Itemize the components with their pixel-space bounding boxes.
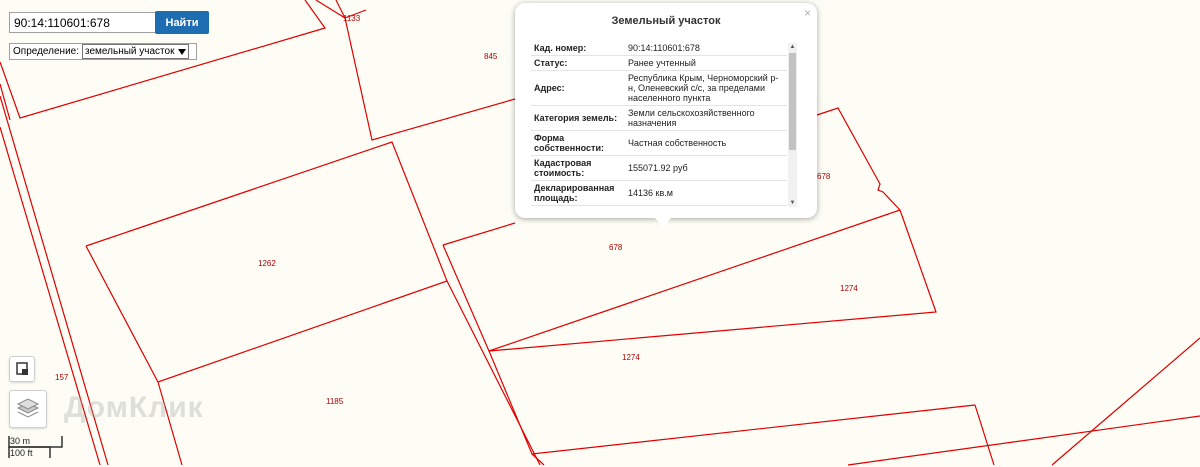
parcel-boundary: [442, 222, 516, 246]
parcel-label: 1274: [840, 284, 858, 293]
info-value: Земли сельскохозяйственного назначения: [625, 105, 787, 131]
info-key: Категория земель:: [531, 105, 625, 131]
parcel-boundary: [847, 415, 1200, 466]
parcel-boundary: [446, 280, 541, 466]
info-value: Частная собственность: [625, 130, 787, 156]
info-value: Ранее учтенный: [625, 55, 787, 71]
info-value: 14136 кв.м: [625, 180, 787, 206]
parcel-label: 1133: [343, 14, 361, 23]
definition-mode: Определение: земельный участок: [9, 43, 197, 60]
parcel-label: 157: [55, 373, 69, 382]
info-key: Статус:: [531, 55, 625, 71]
info-key: Адрес:: [531, 70, 625, 106]
close-icon[interactable]: ×: [804, 6, 811, 20]
info-row: Категория земель: Земли сельскохозяйстве…: [531, 105, 787, 131]
parcel-boundary: [442, 209, 901, 352]
info-value: Республика Крым, Черноморский р-н, Олене…: [625, 70, 787, 106]
parcel-boundary: [488, 209, 937, 352]
info-key: Форма собственности:: [531, 130, 625, 156]
search-button[interactable]: Найти: [155, 11, 209, 34]
parcel-info-table: Кад. номер: 90:14:110601:678 Статус: Ран…: [531, 41, 787, 206]
parcel-boundary: [1051, 337, 1200, 466]
fullscreen-icon: [16, 362, 28, 375]
scroll-down-icon[interactable]: ▼: [788, 199, 797, 207]
info-row: Форма собственности: Частная собственнос…: [531, 130, 787, 156]
chevron-down-icon: [178, 48, 187, 55]
parcel-label: 1185: [326, 397, 344, 406]
popup-info-scroll[interactable]: Кад. номер: 90:14:110601:678 Статус: Ран…: [531, 41, 801, 207]
watermark-logo: ДомКлик: [64, 391, 204, 424]
parcel-info-popup: Земельный участок × Кад. номер: 90:14:11…: [515, 3, 817, 218]
parcel-boundary: [816, 107, 901, 211]
popup-scrollbar[interactable]: ▲ ▼: [788, 43, 797, 207]
definition-mode-select[interactable]: земельный участок: [82, 44, 190, 59]
info-row: Статус: Ранее учтенный: [531, 55, 787, 71]
info-row: Декларированная площадь: 14136 кв.м: [531, 180, 787, 206]
definition-mode-label: Определение:: [13, 46, 80, 57]
cadastral-search-input[interactable]: [9, 12, 159, 33]
scale-metric: 30 m: [10, 436, 31, 446]
parcel-boundary: [531, 453, 545, 466]
info-key: Кадастровая стоимость:: [531, 155, 625, 181]
scale-imperial: 100 ft: [10, 448, 33, 458]
scroll-up-icon[interactable]: ▲: [788, 43, 797, 51]
parcel-label: 678: [817, 172, 831, 181]
info-row: Адрес: Республика Крым, Черноморский р-н…: [531, 70, 787, 106]
info-key: Декларированная площадь:: [531, 180, 625, 206]
scrollbar-thumb[interactable]: [789, 53, 796, 150]
info-row: Кад. номер: 90:14:110601:678: [531, 41, 787, 56]
layers-button[interactable]: [9, 390, 47, 428]
fullscreen-button[interactable]: [9, 356, 35, 382]
layers-icon: [16, 398, 40, 418]
info-row: Кадастровая стоимость: 155071.92 руб: [531, 155, 787, 181]
popup-pointer: [654, 217, 672, 227]
parcel-label: 1274: [622, 353, 640, 362]
parcel-label: 1262: [258, 259, 276, 268]
parcel-boundary: [974, 404, 995, 466]
popup-title: Земельный участок: [611, 15, 721, 27]
definition-mode-value: земельный участок: [85, 46, 175, 57]
map-scale: 30 m 100 ft: [8, 436, 64, 458]
info-value: 90:14:110601:678: [625, 41, 787, 56]
info-value: 155071.92 руб: [625, 155, 787, 181]
parcel-label: 845: [484, 52, 498, 61]
parcel-boundary: [488, 350, 976, 455]
parcel-label: 678: [609, 243, 623, 252]
info-key: Кад. номер:: [531, 41, 625, 56]
